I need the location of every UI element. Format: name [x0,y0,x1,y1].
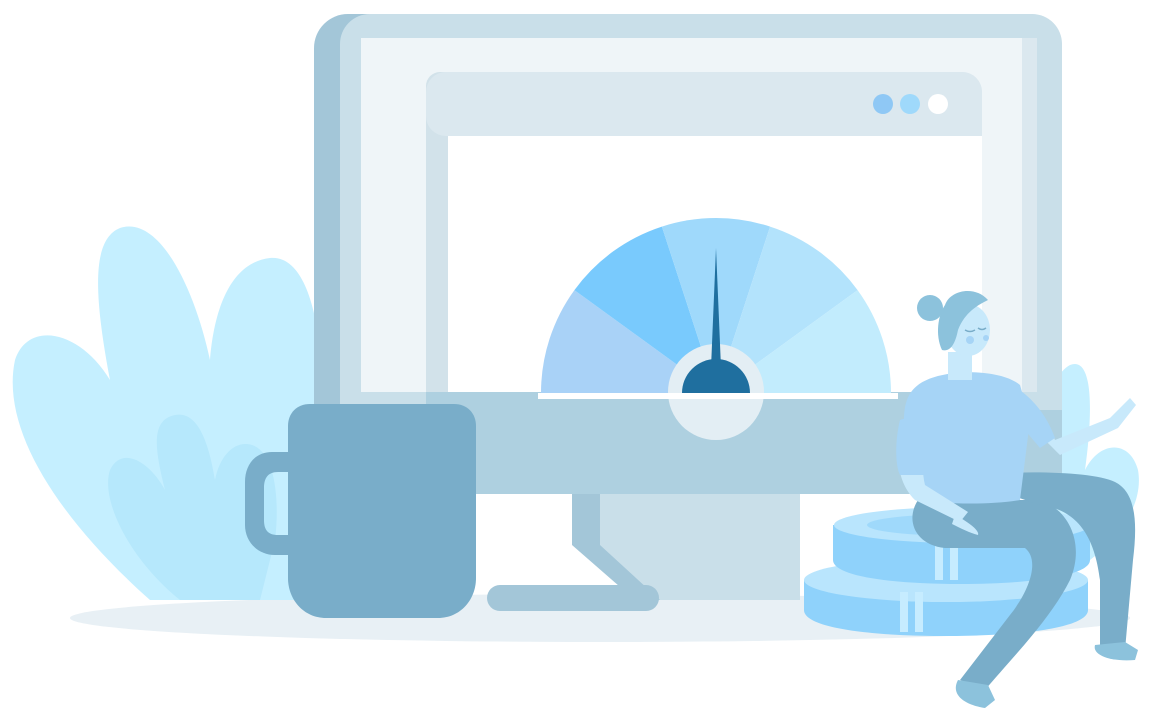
window-controls [873,94,948,114]
mug-body [288,404,476,618]
monitor-stand [572,480,800,600]
monitor-base [487,585,659,611]
window-dot-3-icon[interactable] [928,94,948,114]
figure-foot-right [1094,642,1138,661]
figure-hair-bun [917,295,943,321]
window-dot-1-icon[interactable] [873,94,893,114]
browser-toolbar [426,72,982,136]
speed-illustration [12,14,1139,708]
window-dot-2-icon[interactable] [900,94,920,114]
